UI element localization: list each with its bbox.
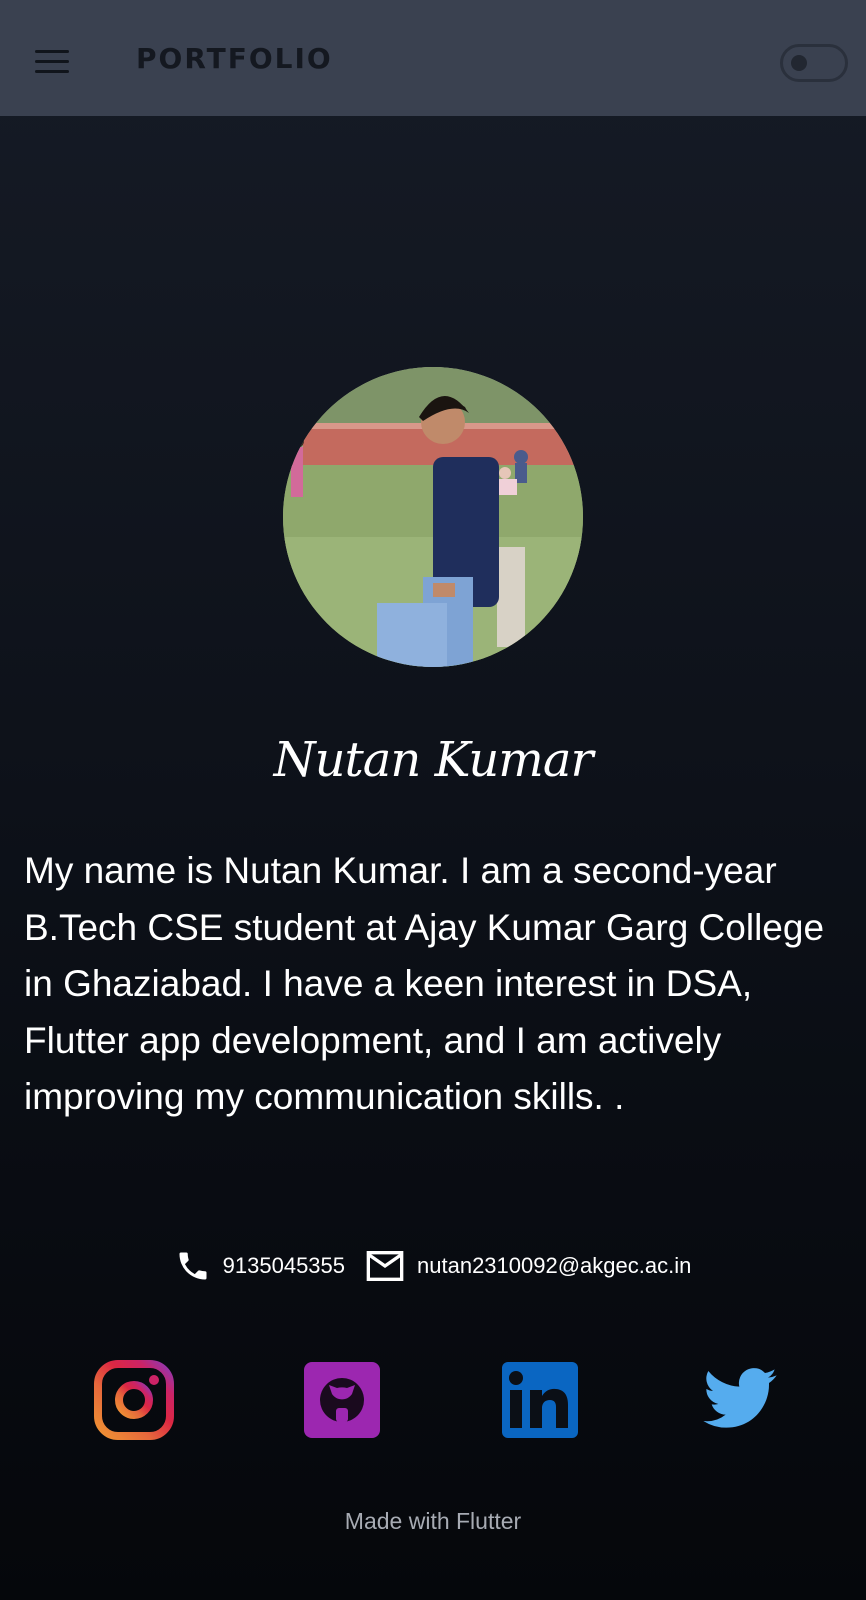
app-bar: PORTFOLIO	[0, 0, 866, 116]
mail-icon	[365, 1249, 405, 1283]
footer-text: Made with Flutter	[344, 1508, 522, 1534]
github-icon[interactable]	[302, 1360, 382, 1440]
profile-avatar	[283, 367, 583, 667]
twitter-icon[interactable]	[700, 1360, 780, 1440]
social-links	[0, 1360, 866, 1440]
instagram-icon[interactable]	[94, 1360, 174, 1440]
phone-number: 9135045355	[222, 1253, 346, 1278]
toggle-knob	[791, 55, 807, 71]
app-title: PORTFOLIO	[136, 42, 333, 75]
theme-toggle[interactable]	[780, 44, 848, 82]
menu-icon[interactable]	[30, 44, 74, 78]
contact-row: 9135045355 nutan2310092@akgec.ac.in	[0, 1244, 866, 1288]
profile-bio: My name is Nutan Kumar. I am a second-ye…	[24, 850, 825, 1117]
linkedin-icon[interactable]	[500, 1360, 580, 1440]
phone-icon	[175, 1248, 211, 1284]
phone-contact[interactable]: 9135045355	[175, 1248, 345, 1284]
profile-name: Nutan Kumar	[273, 732, 594, 788]
email-address: nutan2310092@akgec.ac.in	[417, 1253, 692, 1278]
email-contact[interactable]: nutan2310092@akgec.ac.in	[365, 1249, 691, 1283]
